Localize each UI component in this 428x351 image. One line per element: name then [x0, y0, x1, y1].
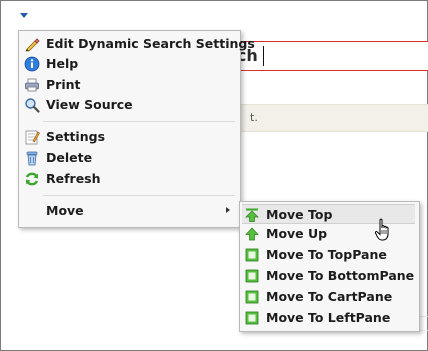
help-text-fragment: t.	[250, 111, 258, 124]
text-cursor	[263, 46, 264, 66]
search-title-box: rch	[228, 41, 428, 71]
menu-item-label: Print	[46, 77, 81, 92]
pane-icon	[245, 290, 259, 304]
settings-icon	[25, 130, 40, 145]
submenu-item-label: Move To LeftPane	[266, 310, 391, 325]
submenu-item-label: Move Top	[266, 207, 333, 222]
submenu-item-label: Move To TopPane	[266, 247, 387, 262]
menu-item-view-source[interactable]: View Source	[22, 95, 236, 115]
help-icon	[24, 56, 40, 72]
pane-icon	[245, 269, 259, 283]
menu-separator	[43, 121, 235, 122]
help-strip: t.	[228, 104, 428, 132]
context-menu: Edit Dynamic Search Settings Help Print …	[18, 30, 255, 228]
arrow-up-icon	[245, 227, 259, 241]
submenu-item-label: Move To BottomPane	[266, 268, 415, 283]
menu-item-refresh[interactable]: Refresh	[22, 169, 236, 189]
submenu-item-move-to-toppane[interactable]: Move To TopPane	[242, 245, 415, 265]
printer-icon	[25, 78, 39, 92]
menu-item-delete[interactable]: Delete	[22, 148, 236, 168]
menu-item-label: Settings	[46, 129, 106, 144]
menu-item-label: Delete	[46, 150, 93, 165]
arrow-top-icon	[245, 208, 259, 222]
submenu-item-move-to-cartpane[interactable]: Move To CartPane	[242, 287, 415, 307]
magnifier-icon	[25, 98, 40, 113]
menu-item-label: Edit Dynamic Search Settings	[46, 36, 255, 51]
menu-item-move[interactable]: Move	[22, 201, 236, 221]
menu-item-edit-dynamic-search-settings[interactable]: Edit Dynamic Search Settings	[22, 34, 255, 54]
submenu-item-move-to-bottompane[interactable]: Move To BottomPane	[242, 266, 415, 286]
pane-icon	[245, 311, 259, 325]
refresh-icon	[25, 172, 39, 186]
menu-separator	[43, 195, 235, 196]
menu-item-settings[interactable]: Settings	[22, 127, 236, 147]
menu-item-help[interactable]: Help	[22, 54, 236, 74]
dropdown-caret-icon[interactable]	[20, 13, 28, 18]
menu-item-print[interactable]: Print	[22, 75, 236, 95]
submenu-item-label: Move To CartPane	[266, 289, 393, 304]
submenu-arrow-icon	[226, 207, 230, 213]
menu-item-label: Help	[46, 56, 79, 71]
pencil-icon	[25, 38, 40, 52]
menu-item-label: Refresh	[46, 171, 101, 186]
submenu-item-label: Move Up	[266, 226, 328, 241]
menu-item-label: View Source	[46, 97, 133, 112]
pane-icon	[245, 248, 259, 262]
trash-icon	[26, 151, 38, 166]
menu-item-label: Move	[46, 203, 84, 218]
submenu-item-move-to-leftpane[interactable]: Move To LeftPane	[242, 308, 415, 328]
hand-cursor-icon	[374, 218, 389, 241]
